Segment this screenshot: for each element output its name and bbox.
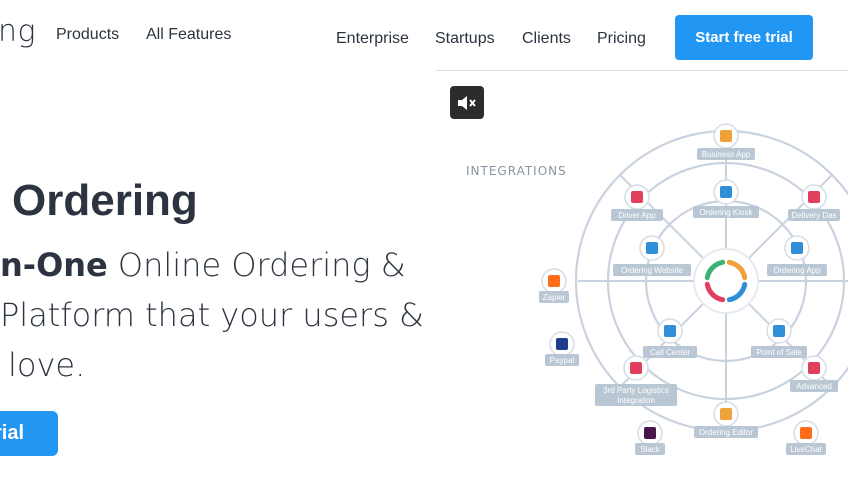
paypal-icon — [556, 338, 568, 350]
node-label: LiveChat — [790, 445, 822, 454]
node-label: Zapier — [543, 293, 566, 302]
node-label: Business App — [702, 150, 751, 159]
node-delivery-das: Delivery Das — [788, 184, 840, 221]
kiosk-icon — [720, 186, 732, 198]
node-label: Point of Sale — [756, 348, 802, 357]
node-ordering-website: Ordering Website — [613, 235, 691, 276]
browser-icon — [646, 242, 658, 254]
node-livechat: LiveChat — [786, 420, 826, 455]
node-label: Call Center — [650, 348, 690, 357]
truck-icon — [631, 191, 643, 203]
pos-icon — [773, 325, 785, 337]
node-zapier: Zapier — [539, 268, 569, 303]
node-label: Advanced — [796, 382, 832, 391]
dashboard-icon — [808, 191, 820, 203]
node-label: Ordering Kiosk — [700, 208, 754, 217]
node-label: Ordering Editor — [699, 428, 754, 437]
node-ordering-editor: Ordering Editor — [694, 401, 758, 438]
diagram-nodes: Business App Ordering Kiosk Driver App Deli… — [539, 123, 840, 455]
editor-icon — [720, 408, 732, 420]
node-call-center: Call Center — [643, 318, 697, 358]
node-driver-app: Driver App — [611, 184, 663, 221]
node-label: Driver App — [618, 211, 656, 220]
node-label: Slack — [640, 445, 661, 454]
headset-icon — [664, 325, 676, 337]
center-logo — [693, 248, 759, 314]
node-label: Ordering App — [773, 266, 821, 275]
list-icon — [720, 130, 732, 142]
advanced-truck-icon — [808, 362, 820, 374]
node-label: Paypal — [550, 356, 575, 365]
slack-icon — [644, 427, 656, 439]
node-point-of-sale: Point of Sale — [751, 318, 807, 358]
chat-icon — [800, 427, 812, 439]
node-business-app: Business App — [697, 123, 755, 160]
node-ordering-kiosk: Ordering Kiosk — [693, 179, 759, 218]
integrations-diagram: Business App Ordering Kiosk Driver App Deli… — [539, 123, 848, 455]
node-paypal: Paypal — [545, 331, 579, 366]
delivery-truck-icon — [630, 362, 642, 374]
node-ordering-app: Ordering App — [767, 235, 827, 276]
node-label: Delivery Das — [791, 211, 836, 220]
node-slack: Slack — [635, 420, 665, 455]
zapier-icon — [548, 275, 560, 287]
node-label: Ordering Website — [621, 266, 684, 275]
phone-icon — [791, 242, 803, 254]
